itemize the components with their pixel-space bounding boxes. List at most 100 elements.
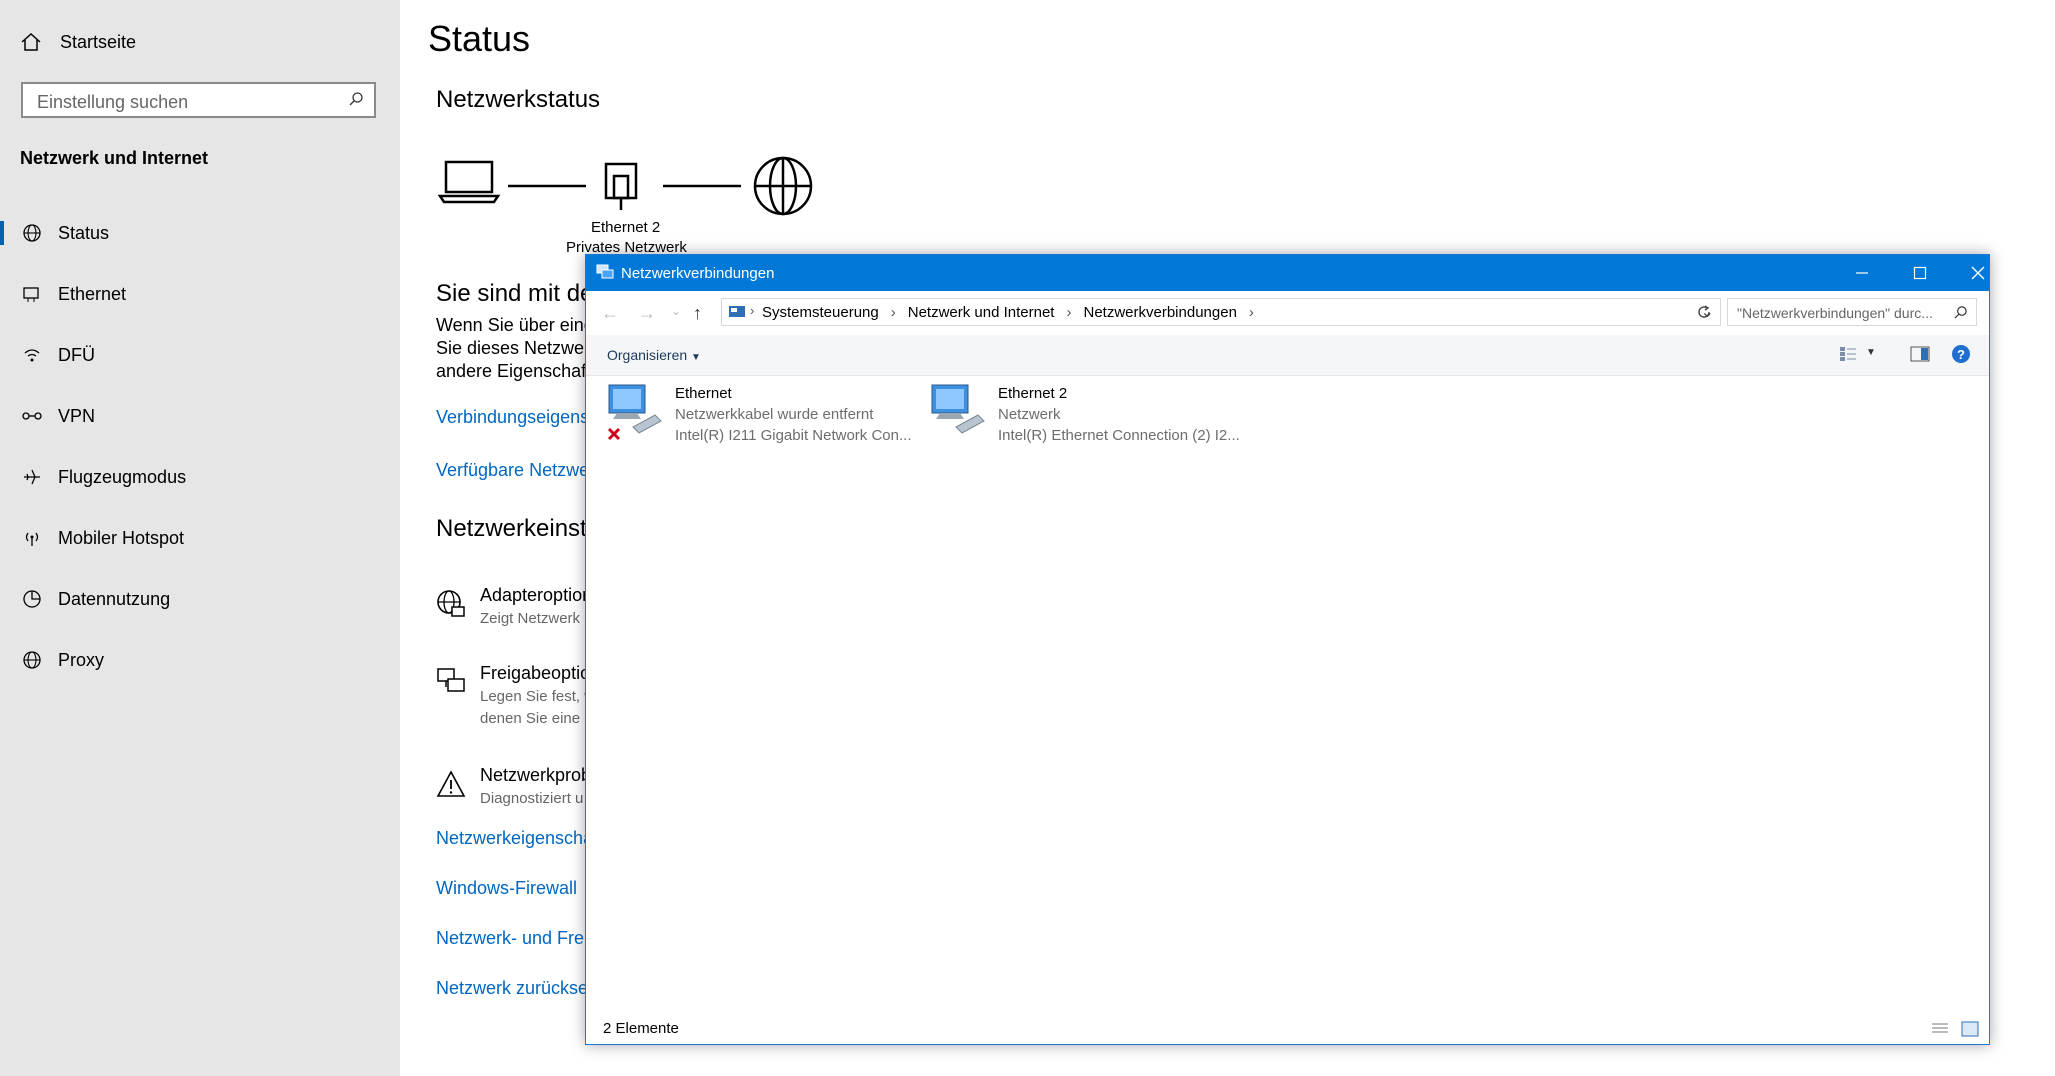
network-reset-link[interactable]: Netzwerk zurücksetz [436, 978, 602, 999]
folder-search-input[interactable]: "Netzwerkverbindungen" durc... [1727, 298, 1977, 326]
connection-name: Ethernet [675, 385, 732, 402]
laptop-icon [438, 160, 501, 204]
connection-item-ethernet[interactable]: Ethernet Netzwerkkabel wurde entfernt In… [605, 381, 915, 451]
sharing-icon [437, 668, 465, 692]
connection-name: Ethernet 2 [998, 385, 1068, 402]
change-view-icon[interactable] [1839, 346, 1857, 367]
breadcrumb-chevron-icon[interactable]: › [891, 304, 896, 321]
connection-properties-link[interactable]: Verbindungseigensc [436, 407, 598, 428]
airplane-icon [20, 465, 44, 489]
breadcrumb-item[interactable]: Systemsteuerung [762, 304, 879, 321]
organize-dropdown-icon: ▼ [691, 352, 701, 363]
status-bar: 2 Elemente [586, 1014, 1989, 1044]
description-line-1: Wenn Sie über einen [436, 315, 604, 335]
option-title: Netzwerkprob [480, 765, 592, 785]
connection-adapter: Intel(R) I211 Gigabit Network Con... [675, 427, 912, 444]
back-arrow-icon[interactable]: ← [601, 303, 619, 324]
sidebar-item-label: Status [58, 222, 110, 243]
sidebar-item-label: Flugzeugmodus [58, 466, 187, 487]
data-usage-icon [20, 587, 44, 611]
sidebar-item-ethernet[interactable]: Ethernet [0, 274, 400, 314]
breadcrumb-item[interactable]: Netzwerkverbindungen [1083, 304, 1236, 321]
network-properties-link[interactable]: Netzwerkeigenschaf [436, 828, 598, 849]
description-line-2: Sie dieses Netzwerk [436, 338, 600, 358]
breadcrumb-chevron-icon[interactable]: › [750, 303, 754, 318]
breadcrumb: Systemsteuerung › Netzwerk und Internet … [762, 304, 1266, 321]
ethernet-port-icon [604, 162, 638, 210]
sidebar-item-dialup[interactable]: DFÜ [0, 335, 400, 375]
sidebar-item-hotspot[interactable]: Mobiler Hotspot [0, 518, 400, 558]
large-icons-view-icon[interactable] [1961, 1021, 1979, 1042]
network-connections-window: Netzwerkverbindungen ← → ⌄ ↑ › Systemste… [585, 254, 1990, 1045]
view-options-dropdown-icon[interactable]: ▼ [1866, 347, 1876, 358]
organize-label: Organisieren [607, 347, 688, 363]
network-sharing-center-link[interactable]: Netzwerk- und Freig [436, 928, 598, 949]
sidebar-item-vpn[interactable]: VPN [0, 396, 400, 436]
settings-sidebar: Startseite Einstellung suchen Netzwerk u… [0, 0, 400, 1076]
sidebar-item-label: DFÜ [58, 344, 95, 365]
option-description: Legen Sie fest, w [480, 688, 596, 705]
sidebar-section-title: Netzwerk und Internet [20, 148, 209, 168]
command-bar: Organisieren ▼ ▼ ? [586, 335, 1989, 376]
organize-menu-button[interactable]: Organisieren ▼ [607, 347, 701, 363]
dialup-icon [20, 343, 44, 367]
help-icon[interactable]: ? [1951, 344, 1971, 369]
breadcrumb-chevron-icon[interactable]: › [1066, 304, 1071, 321]
item-count: 2 Elemente [603, 1020, 679, 1037]
connection-adapter: Intel(R) Ethernet Connection (2) I2... [998, 427, 1240, 444]
sidebar-item-label: VPN [58, 405, 96, 426]
address-bar[interactable]: › Systemsteuerung › Netzwerk und Interne… [721, 298, 1721, 326]
option-description-2: denen Sie eine [480, 710, 581, 727]
sidebar-item-status[interactable]: Status [0, 213, 400, 253]
option-description: Zeigt Netzwerk [480, 610, 581, 627]
address-toolbar: ← → ⌄ ↑ › Systemsteuerung › Netzwerk und… [586, 291, 1989, 335]
search-icon[interactable] [348, 91, 364, 112]
internet-globe-icon [753, 156, 813, 216]
network-status-heading: Netzwerkstatus [436, 86, 601, 113]
breadcrumb-chevron-icon[interactable]: › [1249, 304, 1254, 321]
network-settings-heading: Netzwerkeinste [436, 515, 601, 542]
settings-search-input[interactable]: Einstellung suchen [21, 82, 376, 118]
sidebar-item-proxy[interactable]: Proxy [0, 640, 400, 680]
minimize-icon [1856, 272, 1868, 274]
refresh-button[interactable] [1691, 299, 1717, 325]
up-arrow-icon[interactable]: ↑ [693, 303, 702, 324]
option-title: Adapteroption [480, 585, 593, 605]
page-title: Status [428, 18, 531, 59]
recent-locations-chevron-icon[interactable]: ⌄ [671, 304, 681, 318]
window-title: Netzwerkverbindungen [621, 265, 775, 282]
sidebar-item-label: Proxy [58, 649, 105, 670]
home-nav-item[interactable]: Startseite [20, 30, 136, 54]
preview-pane-icon[interactable] [1910, 346, 1930, 367]
search-placeholder: "Netzwerkverbindungen" durc... [1737, 305, 1933, 321]
close-icon [1971, 266, 1985, 280]
network-adapter-icon [931, 384, 985, 434]
globe-status-icon [20, 221, 44, 245]
search-icon[interactable] [1953, 305, 1968, 325]
window-titlebar[interactable]: Netzwerkverbindungen [586, 255, 1989, 291]
globe-icon [20, 648, 44, 672]
breadcrumb-item[interactable]: Netzwerk und Internet [908, 304, 1055, 321]
forward-arrow-icon[interactable]: → [638, 303, 656, 324]
maximize-button[interactable] [1891, 255, 1949, 291]
network-connections-icon [596, 264, 614, 285]
windows-firewall-link[interactable]: Windows-Firewall [436, 878, 577, 899]
sidebar-item-data-usage[interactable]: Datennutzung [0, 579, 400, 619]
connection-item-ethernet-2[interactable]: Ethernet 2 Netzwerk Intel(R) Ethernet Co… [928, 381, 1240, 451]
connection-status: Netzwerk [998, 406, 1061, 423]
sidebar-item-label: Ethernet [58, 283, 127, 304]
control-panel-icon [728, 305, 746, 324]
available-networks-link[interactable]: Verfügbare Netzwer [436, 460, 595, 481]
sidebar-item-label: Datennutzung [58, 588, 171, 609]
adapter-globe-icon [437, 590, 465, 617]
hotspot-icon [20, 526, 44, 550]
minimize-button[interactable] [1833, 255, 1891, 291]
close-button[interactable] [1949, 255, 1989, 291]
details-view-icon[interactable] [1931, 1022, 1949, 1041]
home-label: Startseite [60, 31, 137, 52]
refresh-icon [1698, 305, 1710, 318]
connected-heading: Sie sind mit den [436, 280, 607, 307]
search-placeholder: Einstellung suchen [37, 92, 189, 112]
connection-status: Netzwerkkabel wurde entfernt [675, 406, 874, 423]
sidebar-item-airplane[interactable]: Flugzeugmodus [0, 457, 400, 497]
